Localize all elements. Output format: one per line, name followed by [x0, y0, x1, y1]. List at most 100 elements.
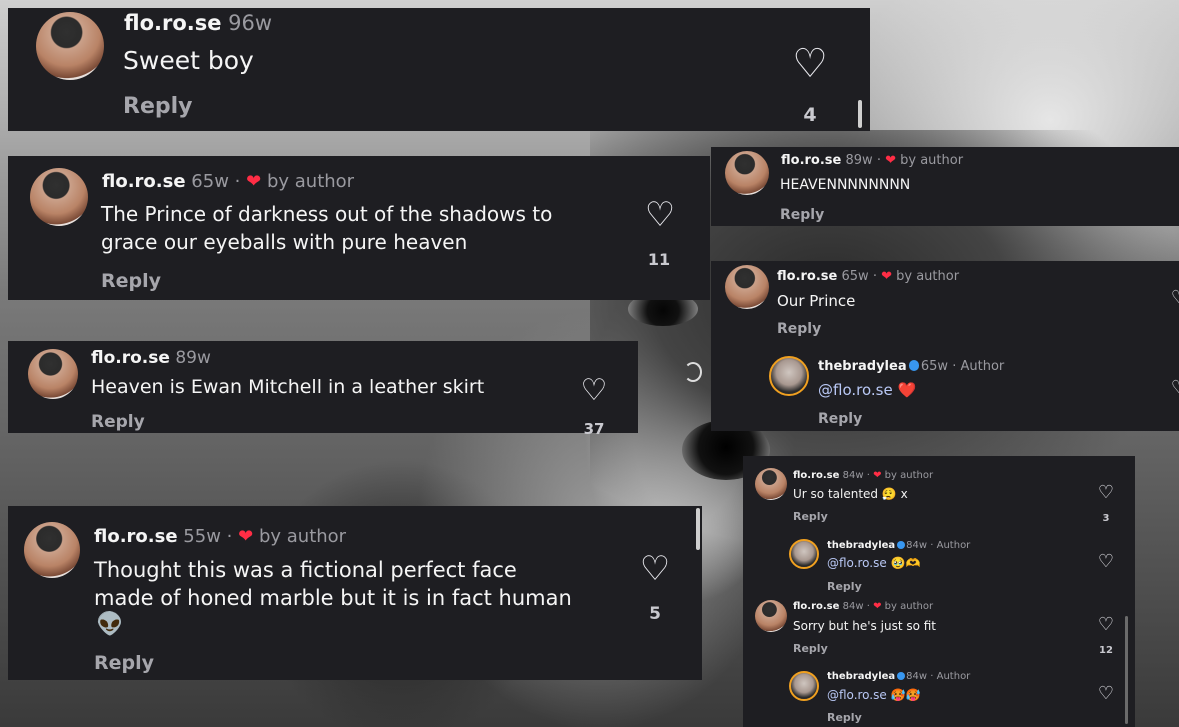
- reply-button[interactable]: Reply: [777, 321, 821, 337]
- author-liked-heart-icon: ❤: [881, 269, 892, 284]
- comment-text: Heaven is Ewan Mitchell in a leather ski…: [91, 376, 485, 398]
- comment-username[interactable]: flo.ro.se: [793, 601, 839, 612]
- like-heart-icon[interactable]: ♡: [1169, 379, 1179, 397]
- comment-username[interactable]: flo.ro.se: [777, 269, 837, 284]
- mention-link[interactable]: @flo.ro.se: [827, 688, 887, 702]
- reply-username[interactable]: thebradylea: [827, 671, 895, 682]
- like-heart-icon[interactable]: ♡: [635, 552, 675, 586]
- like-heart-icon[interactable]: ♡: [1095, 616, 1117, 634]
- like-heart-icon[interactable]: ♡: [576, 376, 612, 406]
- author-avatar[interactable]: [789, 671, 819, 701]
- reply-button[interactable]: Reply: [123, 94, 193, 119]
- comment-card-our-prince: flo.ro.se 65w · ❤ by author Our Prince R…: [711, 261, 1179, 431]
- author-label: Author: [936, 671, 971, 682]
- comment-text: Sweet boy: [123, 46, 254, 75]
- reply-button[interactable]: Reply: [101, 270, 161, 292]
- emoji-icon: 🥹🫶: [890, 556, 921, 570]
- like-count: 37: [583, 420, 605, 438]
- avatar[interactable]: [755, 468, 787, 500]
- avatar[interactable]: [28, 349, 78, 399]
- reply-button[interactable]: Reply: [780, 207, 824, 223]
- comment-age: 65w: [191, 171, 229, 192]
- author-liked-heart-icon: ❤: [873, 601, 882, 612]
- liked-by-author-label: by author: [258, 526, 347, 547]
- meta-separator: ·: [866, 470, 870, 481]
- comment-age: 84w: [842, 601, 864, 612]
- reply-username[interactable]: thebradylea: [818, 359, 907, 374]
- comment-thread-card: flo.ro.se 84w · ❤ by author Ur so talent…: [743, 456, 1135, 727]
- like-count: 12: [1099, 645, 1113, 656]
- comment-text-line-2: made of honed marble but it is in fact h…: [94, 586, 572, 610]
- meta-separator: ·: [226, 526, 233, 547]
- reply-button[interactable]: Reply: [91, 412, 145, 432]
- author-label: Author: [936, 540, 971, 551]
- comment-age: 55w: [183, 526, 221, 547]
- comment-text-line-1: Thought this was a fictional perfect fac…: [94, 558, 517, 582]
- verified-badge-icon: [896, 671, 905, 680]
- comment-username[interactable]: flo.ro.se: [102, 171, 186, 192]
- comment-username[interactable]: flo.ro.se: [91, 348, 170, 368]
- like-heart-icon[interactable]: ♡: [1169, 289, 1179, 307]
- author-avatar[interactable]: [769, 356, 809, 396]
- like-heart-icon[interactable]: ♡: [640, 198, 680, 232]
- comment-age: 96w: [228, 11, 273, 35]
- comment-age: 84w: [842, 470, 864, 481]
- comment-username[interactable]: flo.ro.se: [793, 470, 839, 481]
- meta-separator: ·: [952, 359, 957, 374]
- scrollbar[interactable]: [1125, 616, 1128, 724]
- liked-by-author-label: by author: [266, 171, 355, 192]
- comment-age: 89w: [845, 153, 873, 168]
- reply-button[interactable]: Reply: [793, 510, 828, 523]
- reply-age: 65w: [920, 359, 949, 374]
- meta-separator: ·: [866, 601, 870, 612]
- like-heart-icon[interactable]: ♡: [1095, 553, 1117, 571]
- avatar[interactable]: [755, 600, 787, 632]
- verified-badge-icon: [896, 540, 905, 549]
- scrollbar[interactable]: [696, 508, 700, 550]
- emoji-icon: 🥵🥵: [890, 688, 921, 702]
- comment-text: Our Prince: [777, 292, 856, 310]
- meta-separator: ·: [930, 540, 934, 551]
- reply-button[interactable]: Reply: [818, 411, 862, 427]
- avatar[interactable]: [725, 265, 769, 309]
- comment-card-honed-marble: flo.ro.se 55w · ❤ by author Thought this…: [8, 506, 702, 680]
- comment-card-heavennnn: flo.ro.se 89w · ❤ by author HEAVENNNNNNN…: [711, 147, 1179, 226]
- like-count: 4: [803, 104, 817, 126]
- liked-by-author-label: by author: [900, 153, 964, 168]
- avatar[interactable]: [36, 12, 104, 80]
- like-heart-icon[interactable]: ♡: [1095, 685, 1117, 703]
- author-liked-heart-icon: ❤: [873, 470, 882, 481]
- author-avatar[interactable]: [789, 539, 819, 569]
- scrollbar[interactable]: [858, 100, 862, 128]
- reply-button[interactable]: Reply: [94, 652, 154, 674]
- mention-link[interactable]: @flo.ro.se: [827, 556, 887, 570]
- background-nose-ring: [684, 362, 702, 382]
- comment-card-ewan-mitchell: flo.ro.se 89w Heaven is Ewan Mitchell in…: [8, 341, 638, 438]
- reply-button[interactable]: Reply: [827, 580, 862, 593]
- comment-age: 65w: [841, 269, 869, 284]
- like-heart-icon[interactable]: ♡: [1095, 484, 1117, 502]
- mention-link[interactable]: @flo.ro.se: [818, 381, 893, 399]
- comment-username[interactable]: flo.ro.se: [124, 11, 221, 35]
- avatar[interactable]: [725, 151, 769, 195]
- avatar[interactable]: [30, 168, 88, 226]
- avatar[interactable]: [24, 522, 80, 578]
- comment-username[interactable]: flo.ro.se: [94, 526, 178, 547]
- comment-text: HEAVENNNNNNNN: [780, 177, 911, 193]
- reply-button[interactable]: Reply: [827, 711, 862, 724]
- comment-username[interactable]: flo.ro.se: [781, 153, 841, 168]
- reply-age: 84w: [906, 671, 928, 682]
- meta-separator: ·: [930, 671, 934, 682]
- comment-card-prince-of-darkness: flo.ro.se 65w · ❤ by author The Prince o…: [8, 156, 710, 300]
- comment-text: Ur so talented: [793, 487, 879, 501]
- author-liked-heart-icon: ❤: [246, 171, 262, 192]
- author-liked-heart-icon: ❤: [885, 153, 896, 168]
- meta-separator: ·: [872, 269, 877, 284]
- reply-button[interactable]: Reply: [793, 642, 828, 655]
- like-heart-icon[interactable]: ♡: [788, 44, 832, 84]
- author-label: Author: [960, 359, 1005, 374]
- emoji-icon: 😮‍💨 x: [881, 487, 908, 501]
- comment-text: Sorry but he's just so fit: [793, 619, 937, 633]
- red-heart-emoji-icon: ❤️: [897, 381, 917, 399]
- reply-username[interactable]: thebradylea: [827, 540, 895, 551]
